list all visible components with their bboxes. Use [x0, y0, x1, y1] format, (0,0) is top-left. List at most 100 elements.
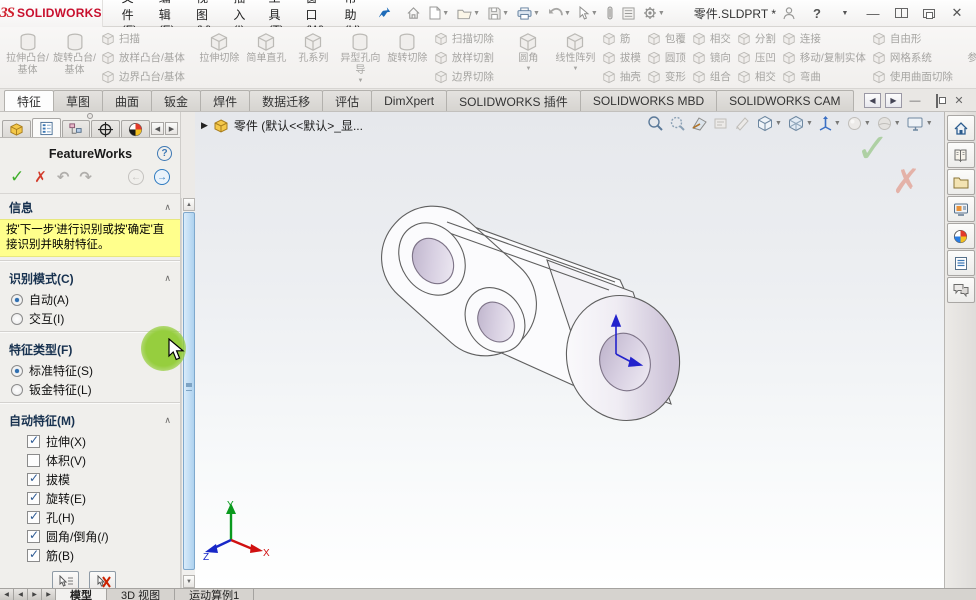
radio-interactive[interactable]: 交互(I) [0, 309, 180, 328]
previous-step-button[interactable]: ← [128, 169, 144, 185]
extruded-boss-button[interactable]: 拉伸凸台/基体 [4, 29, 51, 86]
print-icon[interactable]: ▼ [514, 5, 543, 22]
move-copy-body-button[interactable]: 移动/复制实体 [779, 48, 869, 67]
manager-tabs-scroll-right[interactable]: ▶ [165, 122, 178, 135]
simple-hole-button[interactable]: 简单直孔 [243, 29, 290, 86]
lofted-cut-button[interactable]: 放样切割 [431, 48, 497, 67]
panel-scrollbar[interactable]: ▲ ▼ [181, 198, 195, 588]
scrollbar-thumb[interactable] [183, 212, 195, 570]
attachment-icon[interactable] [603, 4, 617, 22]
extruded-cut-button[interactable]: 拉伸切除 [196, 29, 243, 86]
tabs-prev-button[interactable]: ◀ [14, 589, 28, 600]
open-icon[interactable]: ▼ [454, 5, 483, 22]
combine-button[interactable]: 组合 [689, 67, 734, 86]
checkbox-fillet-chamfer[interactable]: 圆角/倒角(/) [0, 527, 180, 546]
home-tab-icon[interactable] [947, 115, 975, 141]
deform-button[interactable]: 变形 [644, 67, 689, 86]
doc-restore-button[interactable] [928, 95, 946, 107]
tabs-first-button[interactable]: ◀ [0, 589, 14, 600]
undo-icon[interactable]: ▼ [545, 5, 574, 21]
wrap-button[interactable]: 包覆 [644, 29, 689, 48]
cut-with-surface-button[interactable]: 使用曲面切除 [869, 67, 956, 86]
tabs-last-button[interactable]: ▶ [42, 589, 56, 600]
scrollbar-up-icon[interactable]: ▲ [183, 198, 195, 211]
minimize-button[interactable]: — [860, 2, 886, 24]
select-entities-button[interactable] [52, 571, 79, 588]
select-cursor-icon[interactable]: ▼ [576, 4, 601, 22]
grid-system-button[interactable]: 网格系统 [869, 48, 956, 67]
radio-icon[interactable] [11, 384, 23, 396]
doc-minimize-button[interactable]: — [906, 95, 924, 107]
freeform-button[interactable]: 自由形 [869, 29, 956, 48]
checkbox-volume[interactable]: 体积(V) [0, 451, 180, 470]
maximize-button[interactable] [916, 2, 942, 24]
intersect-button[interactable]: 相交 [689, 29, 734, 48]
section-recognition-mode[interactable]: 识别模式(C) ∧ [0, 265, 180, 290]
tab-displaymanager[interactable] [121, 120, 150, 137]
mirror-button[interactable]: 镜向 [689, 48, 734, 67]
checkbox-revolve[interactable]: 旋转(E) [0, 489, 180, 508]
file-explorer-tab-icon[interactable] [947, 196, 975, 222]
split-button[interactable]: 分割 [734, 29, 779, 48]
tab-sheet-metal[interactable]: 钣金 [151, 90, 201, 111]
reference-geometry-button[interactable]: 参考几何体▼ [964, 29, 976, 86]
custom-properties-tab-icon[interactable] [947, 250, 975, 276]
checkbox-draft[interactable]: 拔模 [0, 470, 180, 489]
checkbox-hole[interactable]: 孔(H) [0, 508, 180, 527]
tabs-next-button[interactable]: ▶ [28, 589, 42, 600]
help-button[interactable]: ? [804, 2, 830, 24]
checkbox-icon[interactable] [27, 549, 40, 562]
boundary-boss-button[interactable]: 边界凸台/基体 [98, 67, 188, 86]
dock-left-icon[interactable]: ◀ [864, 93, 881, 108]
revolved-cut-button[interactable]: 旋转切除 [384, 29, 431, 86]
tab-sw-cam[interactable]: SOLIDWORKS CAM [716, 90, 853, 111]
tab-propertymanager[interactable] [32, 118, 61, 137]
undo-icon[interactable]: ↶ [57, 168, 70, 186]
tab-data-migration[interactable]: 数据迁移 [249, 90, 323, 111]
hole-wizard-button[interactable]: 异型孔向导▼ [337, 29, 384, 86]
tab-dimxpert[interactable]: DimXpert [371, 90, 447, 111]
doc-close-button[interactable]: ✕ [950, 94, 968, 107]
collapse-chevron-icon[interactable]: ∧ [164, 415, 171, 426]
tab-dimxpertmanager[interactable] [91, 120, 120, 137]
resources-tab-icon[interactable] [947, 142, 975, 168]
revolved-boss-button[interactable]: 旋转凸台/基体 [51, 29, 98, 86]
checkbox-icon[interactable] [27, 530, 40, 543]
boundary-cut-button[interactable]: 边界切除 [431, 67, 497, 86]
checkbox-icon[interactable] [27, 473, 40, 486]
appearances-tab-icon[interactable] [947, 223, 975, 249]
shell-button[interactable]: 抽壳 [599, 67, 644, 86]
ghost-cancel-icon[interactable]: ✗ [892, 162, 921, 202]
settings-gear-icon[interactable]: ▼ [640, 4, 668, 22]
manager-tabs-scroll-left[interactable]: ◀ [151, 122, 164, 135]
help-caret-icon[interactable]: ▼ [832, 2, 858, 24]
next-step-button[interactable]: → [154, 169, 170, 185]
linear-pattern-button[interactable]: 线性阵列▼ [552, 29, 599, 86]
deselect-entities-button[interactable] [89, 571, 116, 588]
intersect2-button[interactable]: 相交 [734, 67, 779, 86]
dock-right-icon[interactable]: ▶ [885, 93, 902, 108]
tab-3d-views[interactable]: 3D 视图 [107, 589, 175, 600]
tab-motion-study[interactable]: 运动算例1 [175, 589, 254, 600]
forum-tab-icon[interactable] [947, 277, 975, 303]
flex-button[interactable]: 弯曲 [779, 67, 869, 86]
close-button[interactable]: ✕ [944, 2, 970, 24]
collapse-chevron-icon[interactable]: ∧ [164, 273, 171, 284]
checkbox-icon[interactable] [27, 454, 40, 467]
home-icon[interactable] [403, 4, 424, 22]
tab-sw-mbd[interactable]: SOLIDWORKS MBD [580, 90, 717, 111]
pin-menu-icon[interactable] [379, 6, 391, 20]
ghost-ok-icon[interactable]: ✓ [856, 126, 890, 172]
swept-boss-button[interactable]: 扫描 [98, 29, 188, 48]
checkbox-icon[interactable] [27, 511, 40, 524]
panel-splitter-grip[interactable] [0, 112, 180, 119]
options-list-icon[interactable] [619, 5, 638, 22]
part-model[interactable] [195, 112, 944, 588]
join-button[interactable]: 连接 [779, 29, 869, 48]
dome-button[interactable]: 圆顶 [644, 48, 689, 67]
rib-button[interactable]: 筋 [599, 29, 644, 48]
tab-featuremanager[interactable] [2, 120, 31, 137]
radio-icon[interactable] [11, 294, 23, 306]
fillet-button[interactable]: 圆角▼ [505, 29, 552, 86]
section-auto-features[interactable]: 自动特征(M) ∧ [0, 407, 180, 432]
